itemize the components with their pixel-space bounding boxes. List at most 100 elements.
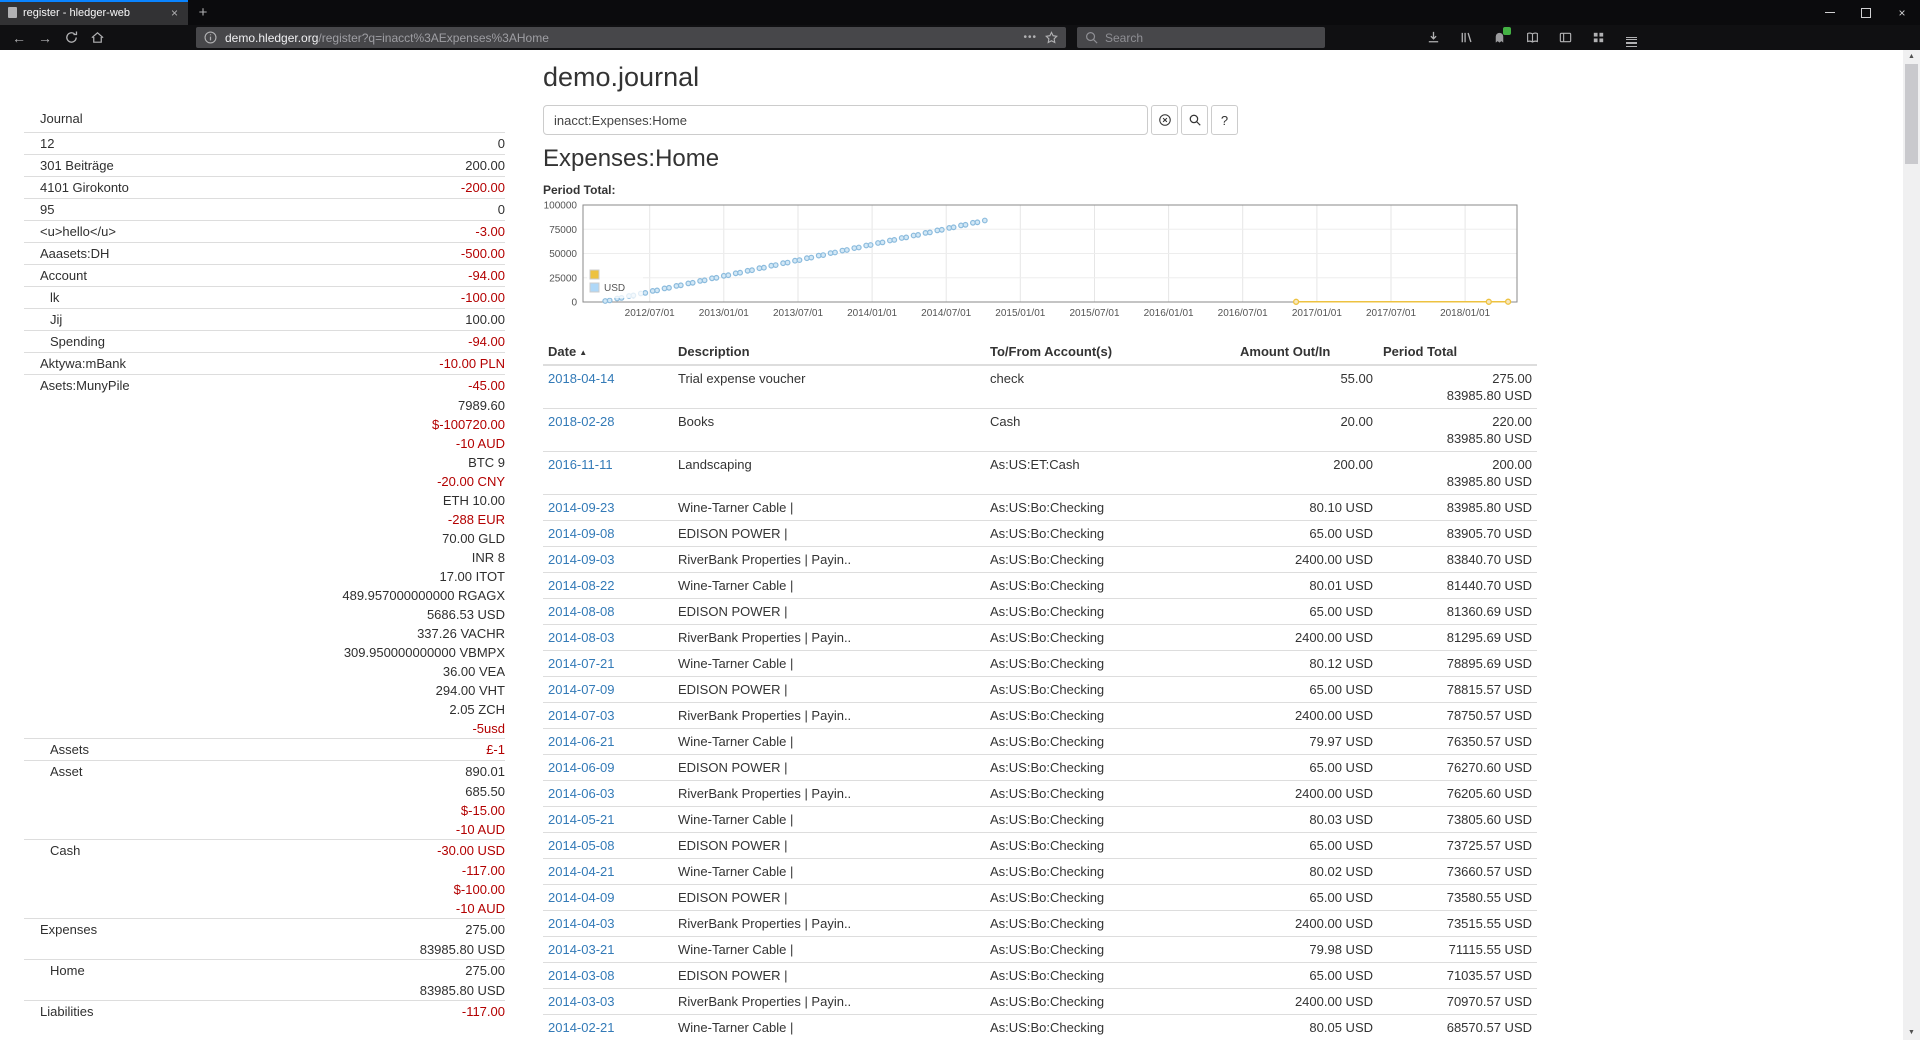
account-balance: -5usd	[472, 720, 505, 737]
query-input[interactable]	[543, 105, 1148, 135]
window-minimize-button[interactable]	[1812, 0, 1848, 25]
register-row: 2014-03-08EDISON POWER |As:US:Bo:Checkin…	[543, 963, 1537, 989]
sidebar-toggle-button[interactable]	[1553, 27, 1577, 48]
transaction-date-link[interactable]: 2014-04-09	[548, 890, 615, 905]
transaction-date-link[interactable]: 2014-09-23	[548, 500, 615, 515]
account-name-link[interactable]: 12	[24, 135, 498, 152]
transaction-description: Wine-Tarner Cable |	[673, 859, 985, 885]
account-name-link[interactable]: Asset	[24, 763, 465, 780]
account-balance: £-1	[486, 741, 505, 758]
account-name-link[interactable]: <u>hello</u>	[24, 223, 475, 240]
transaction-date-link[interactable]: 2014-02-21	[548, 1020, 615, 1035]
register-row: 2014-07-09EDISON POWER |As:US:Bo:Checkin…	[543, 677, 1537, 703]
extension-button[interactable]	[1487, 27, 1511, 48]
account-name-link[interactable]: Liabilities	[24, 1003, 462, 1020]
page-scrollbar[interactable]: ▲ ▼	[1903, 50, 1920, 1040]
transaction-account: As:US:Bo:Checking	[985, 989, 1235, 1015]
transaction-account: As:US:Bo:Checking	[985, 521, 1235, 547]
new-tab-button[interactable]: +	[188, 0, 218, 25]
account-name-link[interactable]: 95	[24, 201, 498, 218]
search-submit-button[interactable]	[1181, 105, 1208, 135]
transaction-date-link[interactable]: 2014-07-21	[548, 656, 615, 671]
svg-text:USD: USD	[604, 283, 625, 294]
transaction-date-link[interactable]: 2014-09-03	[548, 552, 615, 567]
bookmark-star-icon[interactable]	[1044, 30, 1059, 45]
account-name-link[interactable]: 301 Beiträge	[24, 157, 465, 174]
account-balance: 2.05 ZCH	[449, 701, 505, 718]
transaction-date-link[interactable]: 2014-04-03	[548, 916, 615, 931]
library-icon	[1459, 30, 1474, 45]
transaction-date-link[interactable]: 2014-06-09	[548, 760, 615, 775]
transaction-date-link[interactable]: 2014-03-21	[548, 942, 615, 957]
transaction-amount: 80.12 USD	[1235, 651, 1378, 677]
transaction-description: Books	[673, 409, 985, 452]
account-name-link[interactable]: Home	[24, 962, 465, 979]
downloads-button[interactable]	[1421, 27, 1445, 48]
account-name-link[interactable]: Account	[24, 267, 468, 284]
sidebar-balance-line: -5usd	[24, 719, 505, 738]
transaction-date-link[interactable]: 2018-02-28	[548, 414, 615, 429]
account-name-link[interactable]: Cash	[24, 842, 437, 859]
help-button[interactable]: ?	[1211, 105, 1238, 135]
transaction-date-link[interactable]: 2014-08-08	[548, 604, 615, 619]
account-name-link[interactable]: Aaasets:DH	[24, 245, 461, 262]
account-name-link[interactable]: Asets:MunyPile	[24, 377, 468, 394]
tab-bar: register - hledger-web × + ×	[0, 0, 1920, 25]
transaction-date-link[interactable]: 2014-08-03	[548, 630, 615, 645]
register-row: 2014-09-08EDISON POWER |As:US:Bo:Checkin…	[543, 521, 1537, 547]
window-restore-button[interactable]	[1848, 0, 1884, 25]
tab-close-icon[interactable]: ×	[169, 6, 180, 20]
transaction-date-link[interactable]: 2014-08-22	[548, 578, 615, 593]
site-info-icon[interactable]	[203, 30, 218, 45]
transaction-date-link[interactable]: 2018-04-14	[548, 371, 615, 386]
transaction-date-link[interactable]: 2014-06-21	[548, 734, 615, 749]
reload-button[interactable]	[58, 27, 84, 48]
back-button[interactable]: ←	[6, 27, 32, 48]
browser-tab[interactable]: register - hledger-web ×	[0, 0, 188, 25]
register-row: 2014-07-03RiverBank Properties | Payin..…	[543, 703, 1537, 729]
account-name-link[interactable]: Aktywa:mBank	[24, 355, 439, 372]
svg-text:0: 0	[571, 298, 577, 309]
period-total-cell: 71115.55 USD	[1378, 937, 1537, 963]
account-name-link[interactable]: Spending	[24, 333, 468, 350]
clear-query-button[interactable]	[1151, 105, 1178, 135]
transaction-date-link[interactable]: 2014-03-03	[548, 994, 615, 1009]
account-name-link[interactable]: Jij	[24, 311, 465, 328]
account-name-link[interactable]: 4101 Girokonto	[24, 179, 461, 196]
account-name-link[interactable]: lk	[24, 289, 461, 306]
sidebar-journal-link[interactable]: Journal	[24, 108, 505, 132]
page-actions-icon[interactable]: •••	[1023, 32, 1037, 43]
account-heading: Expenses:Home	[543, 145, 1537, 173]
browser-search-bar[interactable]: Search	[1077, 27, 1325, 48]
home-button[interactable]	[84, 27, 110, 48]
scroll-up-icon[interactable]: ▲	[1908, 52, 1915, 62]
account-balance: -200.00	[461, 179, 505, 196]
period-total-cell: 275.0083985.80 USD	[1378, 365, 1537, 409]
scroll-down-icon[interactable]: ▼	[1908, 1028, 1915, 1038]
period-total-cell: 81440.70 USD	[1378, 573, 1537, 599]
apps-button[interactable]	[1586, 27, 1610, 48]
transaction-date-link[interactable]: 2014-03-08	[548, 968, 615, 983]
library-button[interactable]	[1454, 27, 1478, 48]
forward-button[interactable]: →	[32, 27, 58, 48]
transaction-date-link[interactable]: 2014-05-08	[548, 838, 615, 853]
account-name-link[interactable]: Expenses	[24, 921, 465, 938]
url-text[interactable]: demo.hledger.org/register?q=inacct%3AExp…	[225, 31, 1016, 45]
column-header-date[interactable]: Date▲	[543, 339, 673, 365]
period-total-cell: 70970.57 USD	[1378, 989, 1537, 1015]
reader-button[interactable]	[1520, 27, 1544, 48]
transaction-date-link[interactable]: 2014-07-09	[548, 682, 615, 697]
url-bar[interactable]: demo.hledger.org/register?q=inacct%3AExp…	[196, 27, 1066, 48]
account-name-link[interactable]: Assets	[24, 741, 486, 758]
window-close-button[interactable]: ×	[1884, 0, 1920, 25]
account-balance: -30.00 USD	[437, 842, 505, 859]
transaction-date-link[interactable]: 2014-06-03	[548, 786, 615, 801]
transaction-date-link[interactable]: 2014-09-08	[548, 526, 615, 541]
transaction-date-link[interactable]: 2014-04-21	[548, 864, 615, 879]
period-total-cell: 78895.69 USD	[1378, 651, 1537, 677]
scrollbar-thumb[interactable]	[1905, 64, 1918, 164]
transaction-date-link[interactable]: 2016-11-11	[548, 457, 613, 472]
menu-button[interactable]	[1619, 27, 1643, 48]
transaction-date-link[interactable]: 2014-07-03	[548, 708, 615, 723]
transaction-date-link[interactable]: 2014-05-21	[548, 812, 615, 827]
